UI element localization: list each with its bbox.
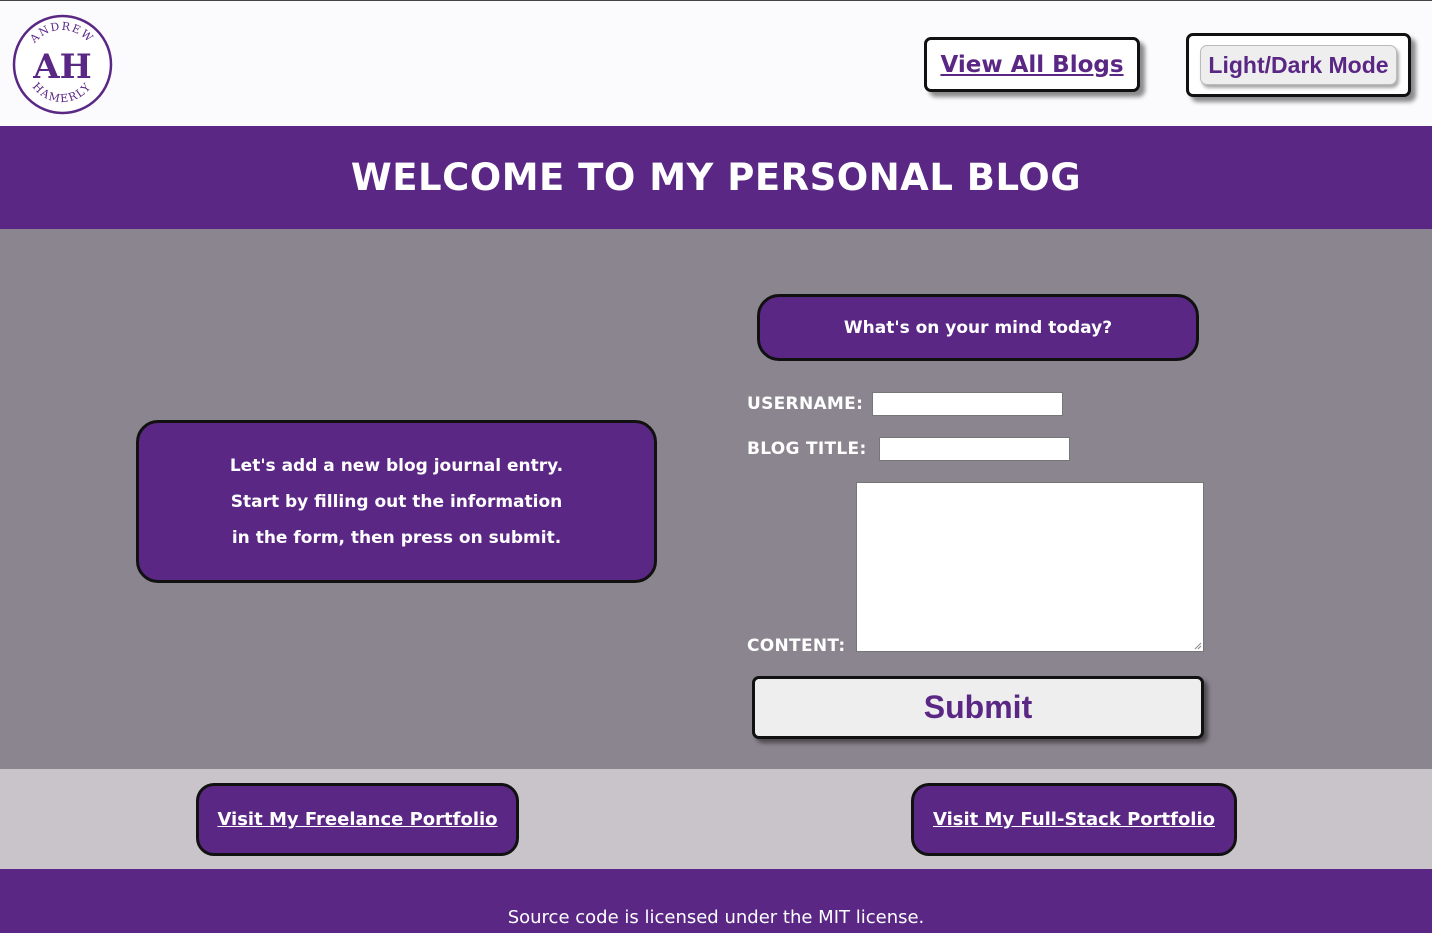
light-dark-mode-button[interactable]: Light/Dark Mode <box>1200 45 1397 85</box>
freelance-portfolio-link[interactable]: Visit My Freelance Portfolio <box>196 783 519 856</box>
username-input[interactable] <box>872 392 1063 416</box>
page-title: WELCOME TO MY PERSONAL BLOG <box>350 156 1082 199</box>
top-navbar: ANDREW AH HAMERLY View All Blogs Light/D… <box>0 0 1432 126</box>
logo-initials: AH <box>32 47 92 87</box>
portfolio-links-section: Visit My Freelance Portfolio Visit My Fu… <box>0 769 1432 869</box>
ah-monogram-logo[interactable]: ANDREW AH HAMERLY <box>12 14 113 115</box>
intro-message-box: Let's add a new blog journal entry. Star… <box>136 420 657 583</box>
footer: Source code is licensed under the MIT li… <box>0 869 1432 933</box>
license-text: Source code is licensed under the MIT li… <box>507 907 925 928</box>
intro-line: in the form, then press on submit. <box>231 527 562 548</box>
form-prompt: What's on your mind today? <box>843 317 1113 338</box>
welcome-banner: WELCOME TO MY PERSONAL BLOG <box>0 126 1432 229</box>
content-label: CONTENT: <box>747 636 846 656</box>
view-all-blogs-button[interactable]: View All Blogs <box>924 37 1140 92</box>
blog-title-label: BLOG TITLE: <box>747 439 867 459</box>
intro-line: Let's add a new blog journal entry. <box>229 455 564 476</box>
submit-button[interactable]: Submit <box>752 676 1204 739</box>
fullstack-portfolio-link[interactable]: Visit My Full-Stack Portfolio <box>911 783 1237 856</box>
light-dark-mode-container: Light/Dark Mode <box>1186 33 1411 97</box>
main-section: Let's add a new blog journal entry. Star… <box>0 229 1432 769</box>
username-label: USERNAME: <box>747 394 864 414</box>
resize-grip-icon[interactable] <box>1194 642 1202 650</box>
form-prompt-box: What's on your mind today? <box>757 294 1199 361</box>
intro-line: Start by filling out the information <box>230 491 563 512</box>
blog-title-input[interactable] <box>879 437 1070 461</box>
content-textarea[interactable] <box>856 482 1204 652</box>
